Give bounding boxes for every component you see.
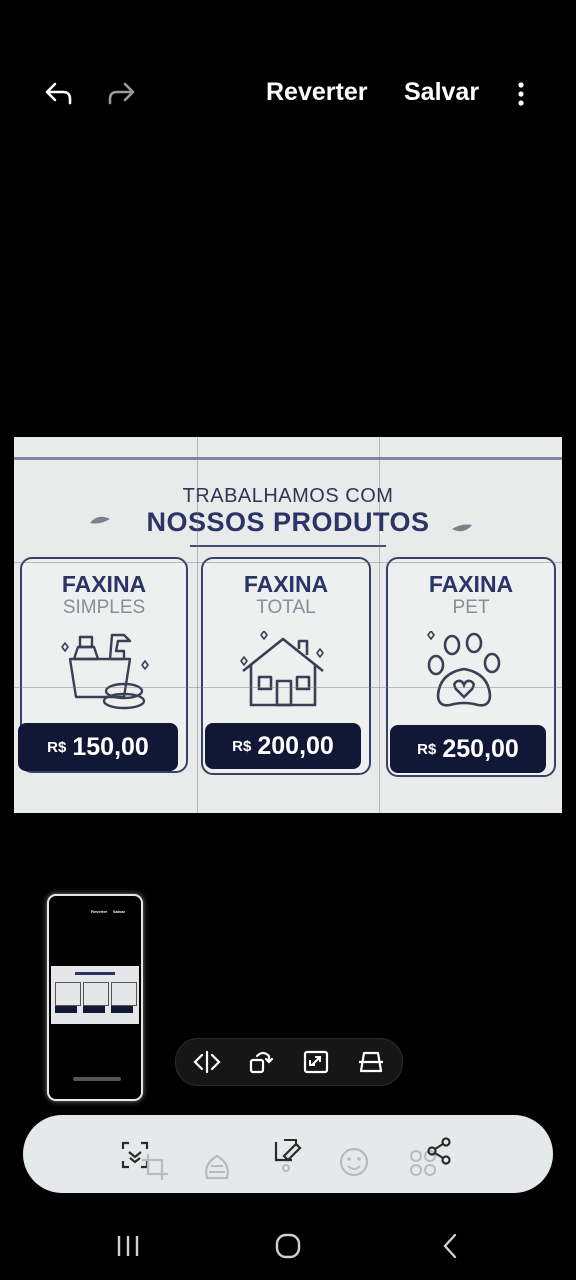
edit-tools-bar — [23, 1115, 553, 1193]
more-options-button[interactable] — [499, 72, 543, 116]
price-currency: R$ — [232, 737, 252, 755]
transform-toolbar — [175, 1038, 403, 1086]
perspective-button[interactable] — [356, 1047, 386, 1077]
thumb-revert: Reverter — [91, 909, 108, 914]
revert-button[interactable]: Reverter — [266, 78, 367, 107]
crop-grid-line — [197, 437, 198, 813]
price-tag: R$ 250,00 — [390, 725, 546, 773]
right-leaf-icon — [452, 524, 472, 532]
recent-apps-icon — [117, 1236, 139, 1256]
service-card-pet: FAXINA PET R$ 250,00 — [386, 557, 556, 777]
card-subtitle: PET — [452, 597, 490, 618]
recent-apps-button[interactable] — [108, 1226, 148, 1266]
preview-thumbnail[interactable]: Reverter Salvar — [47, 894, 143, 1101]
perspective-icon — [359, 1051, 383, 1073]
price-currency: R$ — [47, 738, 67, 756]
redo-button[interactable] — [100, 72, 144, 116]
undo-button[interactable] — [36, 72, 80, 116]
flip-button[interactable] — [192, 1047, 222, 1077]
price-currency: R$ — [417, 740, 437, 758]
crop-button[interactable] — [135, 1147, 175, 1187]
card-title: FAXINA — [61, 571, 147, 597]
photo-heading-small: TRABALHAMOS COM — [182, 485, 394, 507]
crop-grid-line — [379, 437, 380, 813]
share-button[interactable] — [419, 1131, 459, 1171]
sticker-button[interactable] — [335, 1143, 375, 1183]
house-icon — [240, 631, 324, 707]
heading-divider — [190, 545, 386, 547]
expand-button[interactable] — [301, 1047, 331, 1077]
price-value: 250,00 — [442, 734, 519, 763]
rotate-icon — [249, 1051, 274, 1074]
adjust-draw-icon — [274, 1139, 302, 1172]
service-card-total: FAXINA TOTAL R$ 200,00 — [201, 557, 371, 775]
thumb-bottom-bar — [73, 1077, 121, 1081]
save-button[interactable]: Salvar — [404, 78, 479, 107]
price-value: 150,00 — [72, 732, 149, 761]
share-icon — [427, 1137, 451, 1165]
price-value: 200,00 — [257, 731, 334, 760]
expand-icon — [303, 1050, 329, 1074]
card-subtitle: TOTAL — [256, 597, 316, 618]
more-vertical-icon — [518, 82, 524, 106]
cleaning-products-icon — [61, 633, 149, 710]
back-icon — [443, 1233, 457, 1259]
card-title: FAXINA — [428, 571, 514, 597]
filter-icon — [205, 1154, 229, 1180]
price-tag: R$ 200,00 — [205, 723, 361, 769]
service-card-simples: FAXINA SIMPLES R$ 150,00 — [18, 557, 188, 773]
thumb-save: Salvar — [113, 909, 126, 914]
edited-photo[interactable]: TRABALHAMOS COM NOSSOS PRODUTOS FAXINA S… — [14, 437, 562, 813]
crop-grid-line — [14, 687, 562, 688]
filter-button[interactable] — [197, 1147, 237, 1187]
crop-icon — [142, 1154, 168, 1180]
sticker-emoji-icon — [339, 1147, 369, 1177]
redo-arrow-icon — [108, 82, 135, 105]
left-leaf-icon — [90, 516, 110, 524]
flip-icon — [193, 1050, 221, 1074]
adjust-draw-button[interactable] — [267, 1135, 307, 1175]
back-button[interactable] — [430, 1226, 470, 1266]
card-subtitle: SIMPLES — [62, 597, 146, 618]
card-title: FAXINA — [243, 571, 329, 597]
undo-arrow-icon — [45, 82, 72, 105]
rotate-button[interactable] — [246, 1047, 276, 1077]
paw-heart-icon — [427, 631, 501, 707]
price-tag: R$ 150,00 — [18, 723, 178, 771]
home-icon — [275, 1233, 301, 1259]
photo-top-line — [14, 457, 562, 460]
home-button[interactable] — [268, 1226, 308, 1266]
crop-grid-line — [14, 562, 562, 563]
thumb-photo — [51, 966, 139, 1024]
